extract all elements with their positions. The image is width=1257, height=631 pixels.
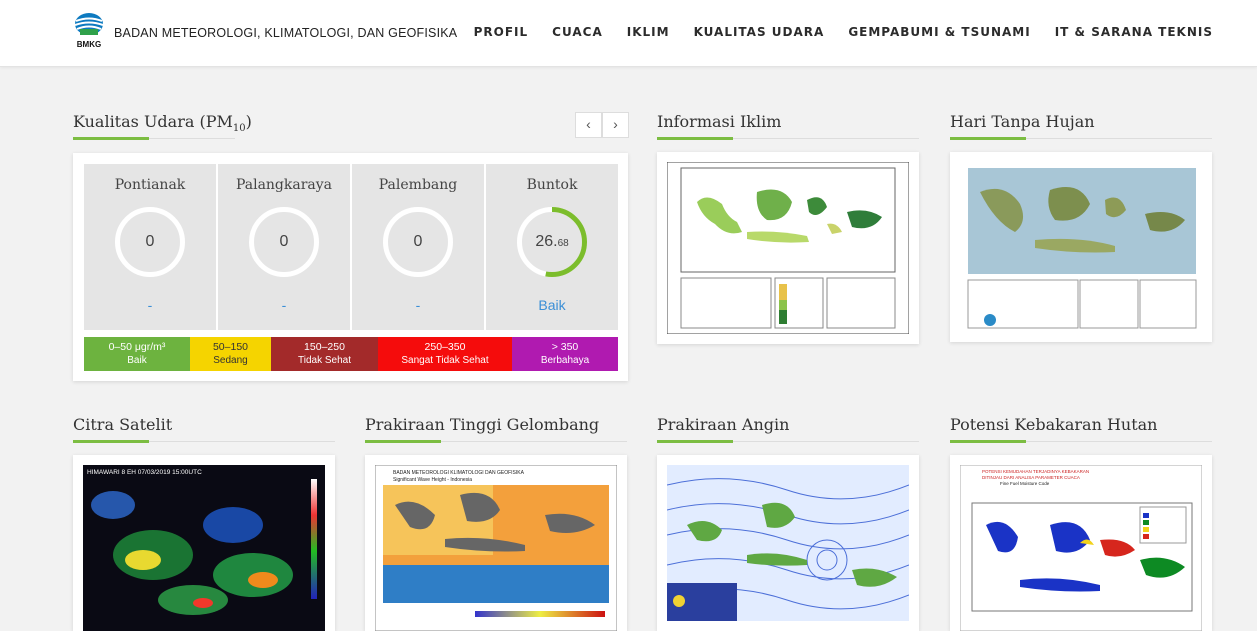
city-name: Palangkaraya bbox=[235, 177, 333, 193]
nav-iklim[interactable]: IKLIM bbox=[627, 25, 670, 39]
fire-caption: POTENSI KEMUDAHAN TERJADINYA KEBAKARAN bbox=[982, 469, 1089, 474]
informasi-iklim-card[interactable] bbox=[657, 152, 919, 344]
air-quality-underline bbox=[73, 137, 235, 140]
air-quality-title: Kualitas Udara (PM10) bbox=[73, 112, 252, 135]
nav-kualitas-udara[interactable]: KUALITAS UDARA bbox=[694, 25, 825, 39]
hari-tanpa-hujan-underline bbox=[950, 137, 1212, 140]
hari-tanpa-hujan-card[interactable] bbox=[950, 152, 1212, 342]
city-status[interactable]: - bbox=[218, 297, 350, 313]
dry-days-map-image bbox=[960, 162, 1202, 332]
legend-sedang: 50–150 Sedang bbox=[190, 337, 271, 371]
city-name: Pontianak bbox=[114, 177, 186, 193]
hari-tanpa-hujan-title[interactable]: Hari Tanpa Hujan bbox=[950, 112, 1095, 131]
top-navbar: BMKG BADAN METEOROLOGI, KLIMATOLOGI, DAN… bbox=[0, 0, 1257, 67]
chevron-right-icon: › bbox=[613, 116, 618, 132]
logo-text: BMKG bbox=[77, 40, 101, 49]
gelombang-title[interactable]: Prakiraan Tinggi Gelombang bbox=[365, 415, 599, 434]
angin-underline bbox=[657, 440, 919, 443]
nav-it-sarana[interactable]: IT & SARANA TEKNIS bbox=[1055, 25, 1213, 39]
nav-cuaca[interactable]: CUACA bbox=[552, 25, 603, 39]
informasi-iklim-title[interactable]: Informasi Iklim bbox=[657, 112, 781, 131]
wind-forecast-image bbox=[667, 465, 909, 621]
next-button[interactable]: › bbox=[602, 112, 629, 138]
wave-subcaption: Significant Wave Height - Indonesia bbox=[393, 477, 472, 483]
fire-subcaption-2: Fine Fuel Moisture Code bbox=[1000, 481, 1050, 486]
main-nav: PROFIL CUACA IKLIM KUALITAS UDARA GEMPAB… bbox=[474, 25, 1213, 39]
bmkg-logo[interactable]: BMKG bbox=[72, 10, 106, 50]
informasi-iklim-underline bbox=[657, 137, 919, 140]
angin-title[interactable]: Prakiraan Angin bbox=[657, 415, 789, 434]
city-value: 0 bbox=[145, 233, 155, 250]
citra-satelit-card[interactable]: HIMAWARI 8 EH 07/03/2019 15:00UTC bbox=[73, 455, 335, 631]
citra-satelit-underline bbox=[73, 440, 335, 443]
city-card-pontianak[interactable]: Pontianak 0 - bbox=[84, 164, 216, 330]
city-card-palembang[interactable]: Palembang 0 - bbox=[352, 164, 484, 330]
air-quality-card: Pontianak 0 - Palangkaraya 0 - Palembang… bbox=[73, 153, 628, 381]
climate-map-image bbox=[667, 162, 909, 334]
kebakaran-title[interactable]: Potensi Kebakaran Hutan bbox=[950, 415, 1157, 434]
gelombang-underline bbox=[365, 440, 627, 443]
prev-button[interactable]: ‹ bbox=[575, 112, 602, 138]
legend-tidak-sehat: 150–250 Tidak Sehat bbox=[271, 337, 378, 371]
legend-berbahaya: > 350 Berbahaya bbox=[512, 337, 618, 371]
wave-height-image: BADAN METEOROLOGI KLIMATOLOGI DAN GEOFIS… bbox=[375, 465, 617, 631]
chevron-left-icon: ‹ bbox=[586, 116, 591, 132]
city-status[interactable]: - bbox=[352, 297, 484, 313]
nav-profil[interactable]: PROFIL bbox=[474, 25, 529, 39]
org-name[interactable]: BADAN METEOROLOGI, KLIMATOLOGI, DAN GEOF… bbox=[114, 26, 457, 40]
city-value: 0 bbox=[279, 233, 289, 250]
gelombang-card[interactable]: BADAN METEOROLOGI KLIMATOLOGI DAN GEOFIS… bbox=[365, 455, 627, 631]
fire-subcaption: DITINJAU DARI ANALISA PARAMETER CUACA bbox=[982, 475, 1080, 480]
satellite-caption: HIMAWARI 8 EH 07/03/2019 15:00UTC bbox=[87, 469, 202, 476]
satellite-image: HIMAWARI 8 EH 07/03/2019 15:00UTC bbox=[83, 465, 325, 631]
city-name: Palembang bbox=[378, 177, 458, 193]
city-card-buntok[interactable]: Buntok 26.68 Baik bbox=[486, 164, 618, 330]
kebakaran-card[interactable]: POTENSI KEMUDAHAN TERJADINYA KEBAKARAN D… bbox=[950, 455, 1212, 631]
aqi-legend: 0–50 μgr/m³ Baik 50–150 Sedang 150–250 Tida… bbox=[84, 337, 618, 371]
angin-card[interactable] bbox=[657, 455, 919, 631]
legend-baik: 0–50 μgr/m³ Baik bbox=[84, 337, 190, 371]
fire-potential-image: POTENSI KEMUDAHAN TERJADINYA KEBAKARAN D… bbox=[960, 465, 1202, 631]
city-value: 26.68 bbox=[535, 233, 569, 250]
citra-satelit-title[interactable]: Citra Satelit bbox=[73, 415, 172, 434]
city-value: 0 bbox=[413, 233, 423, 250]
nav-gempabumi[interactable]: GEMPABUMI & TSUNAMI bbox=[848, 25, 1030, 39]
city-name: Buntok bbox=[526, 177, 578, 193]
city-status[interactable]: - bbox=[84, 297, 216, 313]
kebakaran-underline bbox=[950, 440, 1212, 443]
wave-caption: BADAN METEOROLOGI KLIMATOLOGI DAN GEOFIS… bbox=[393, 470, 525, 476]
city-card-palangkaraya[interactable]: Palangkaraya 0 - bbox=[218, 164, 350, 330]
city-status[interactable]: Baik bbox=[486, 297, 618, 313]
legend-sangat-tidak-sehat: 250–350 Sangat Tidak Sehat bbox=[378, 337, 512, 371]
